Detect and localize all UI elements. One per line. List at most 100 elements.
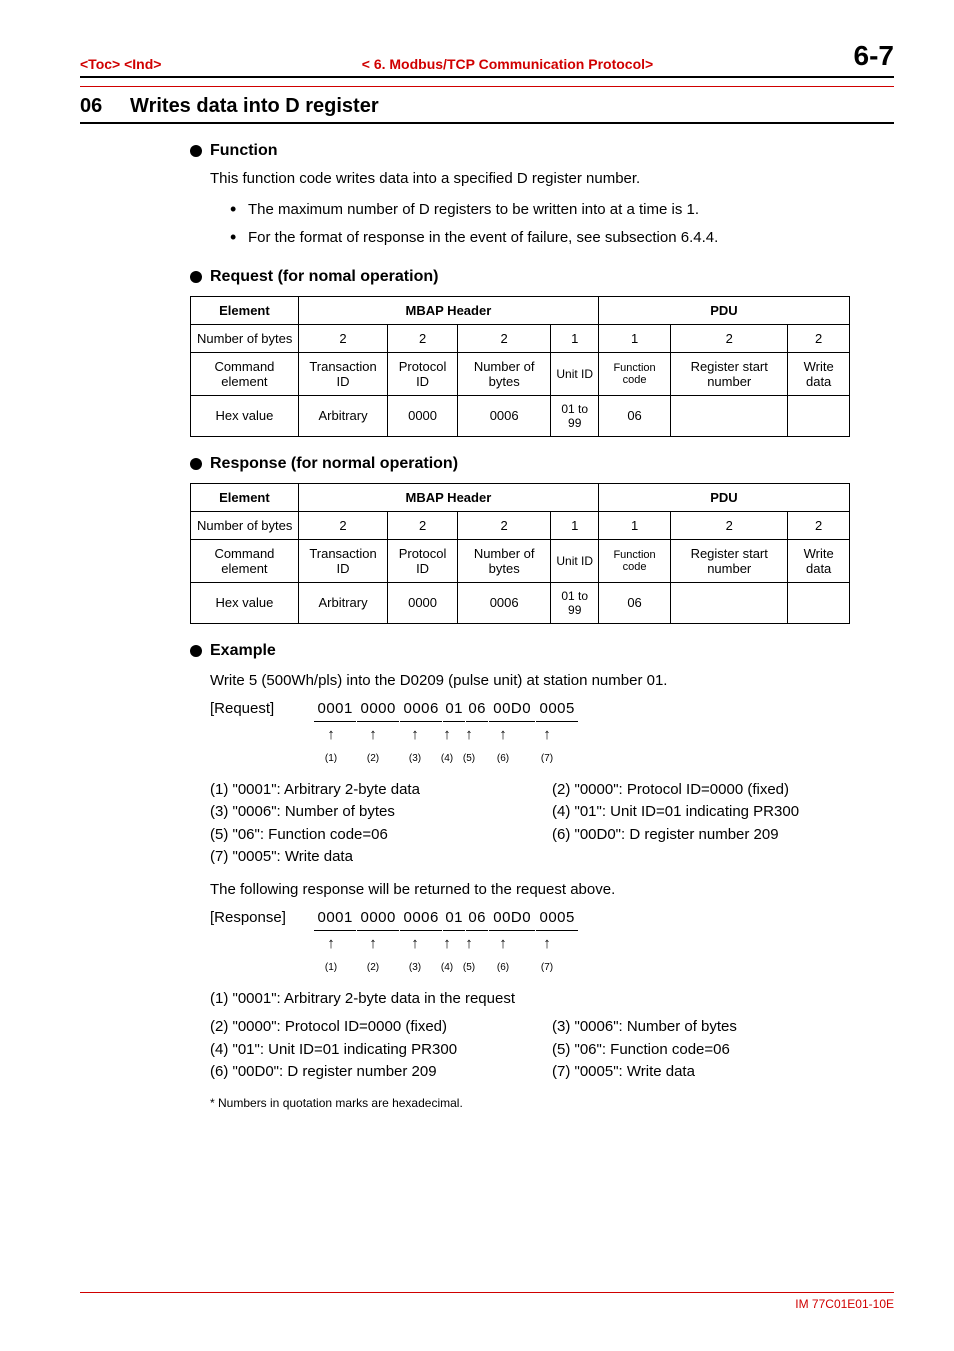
note-line: (7) "0005": Write data bbox=[552, 1061, 894, 1084]
page-header: <Toc> <Ind> < 6. Modbus/TCP Communicatio… bbox=[80, 40, 894, 78]
example-response-row: [Response] 0001 0000 0006 01 06 00D0 000… bbox=[210, 907, 894, 931]
up-arrow-icon: ↑ bbox=[458, 933, 480, 956]
up-arrow-icon: ↑ bbox=[436, 933, 458, 956]
request-table: Element MBAP Header PDU Number of bytes … bbox=[190, 296, 850, 437]
row-label: Number of bytes bbox=[191, 511, 299, 539]
hex-seg: 0000 bbox=[357, 907, 399, 931]
arrow-row: ↑ ↑ ↑ ↑ ↑ ↑ ↑ bbox=[310, 724, 568, 747]
th-mbap: MBAP Header bbox=[298, 483, 598, 511]
cell: 01 to 99 bbox=[551, 395, 599, 436]
hex-seg: 01 bbox=[443, 907, 465, 931]
example-intro: Write 5 (500Wh/pls) into the D0209 (puls… bbox=[210, 670, 894, 693]
row-label: Command element bbox=[191, 539, 299, 582]
cell: Register start number bbox=[671, 539, 788, 582]
cell: Function code bbox=[598, 352, 670, 395]
cell: 0006 bbox=[457, 582, 551, 623]
note-line: (2) "0000": Protocol ID=0000 (fixed) bbox=[210, 1016, 552, 1039]
note-line: (2) "0000": Protocol ID=0000 (fixed) bbox=[552, 779, 894, 802]
th-element: Element bbox=[191, 483, 299, 511]
up-arrow-icon: ↑ bbox=[526, 933, 568, 956]
up-arrow-icon: ↑ bbox=[526, 724, 568, 747]
function-heading-text: Function bbox=[210, 142, 278, 160]
up-arrow-icon: ↑ bbox=[458, 724, 480, 747]
cell: 06 bbox=[598, 582, 670, 623]
arrow-row: ↑ ↑ ↑ ↑ ↑ ↑ ↑ bbox=[310, 933, 568, 956]
th-pdu: PDU bbox=[598, 296, 849, 324]
request-label: [Request] bbox=[210, 698, 310, 721]
response-label: [Response] bbox=[210, 907, 310, 930]
cell bbox=[671, 582, 788, 623]
note-line: (5) "06": Function code=06 bbox=[210, 824, 552, 847]
hex-footnote: * Numbers in quotation marks are hexadec… bbox=[210, 1094, 894, 1112]
cell: 1 bbox=[551, 324, 599, 352]
page-footer: IM 77C01E01-10E bbox=[80, 1292, 894, 1311]
idx: (3) bbox=[394, 960, 436, 975]
cell: Protocol ID bbox=[388, 352, 458, 395]
cell: 2 bbox=[298, 324, 387, 352]
cell: 06 bbox=[598, 395, 670, 436]
example-request-row: [Request] 0001 0000 0006 01 06 00D0 0005 bbox=[210, 698, 894, 722]
response-notes: (2) "0000": Protocol ID=0000 (fixed) (4)… bbox=[210, 1016, 894, 1084]
cell: Register start number bbox=[671, 352, 788, 395]
hex-seg: 0006 bbox=[400, 907, 442, 931]
cell: 0006 bbox=[457, 395, 551, 436]
th-mbap: MBAP Header bbox=[298, 296, 598, 324]
idx: (6) bbox=[480, 751, 526, 766]
cell: 2 bbox=[671, 511, 788, 539]
function-bullets: The maximum number of D registers to be … bbox=[230, 199, 894, 250]
note-line: (3) "0006": Number of bytes bbox=[552, 1016, 894, 1039]
hex-seg: 06 bbox=[466, 907, 488, 931]
note-line: (3) "0006": Number of bytes bbox=[210, 801, 552, 824]
idx: (2) bbox=[352, 960, 394, 975]
idx: (4) bbox=[436, 751, 458, 766]
cell: 2 bbox=[388, 324, 458, 352]
section-title: 06 Writes data into D register bbox=[80, 87, 894, 124]
note-line: (6) "00D0": D register number 209 bbox=[552, 824, 894, 847]
function-heading: Function bbox=[190, 142, 894, 160]
cell: Unit ID bbox=[551, 539, 599, 582]
up-arrow-icon: ↑ bbox=[436, 724, 458, 747]
response-heading: Response (for normal operation) bbox=[190, 455, 894, 473]
row-label: Command element bbox=[191, 352, 299, 395]
request-notes: (1) "0001": Arbitrary 2-byte data (3) "0… bbox=[210, 779, 894, 869]
hex-seg: 0005 bbox=[536, 907, 578, 931]
idx: (1) bbox=[310, 960, 352, 975]
up-arrow-icon: ↑ bbox=[480, 933, 526, 956]
idx: (7) bbox=[526, 960, 568, 975]
index-row: (1) (2) (3) (4) (5) (6) (7) bbox=[310, 960, 568, 975]
header-left: <Toc> <Ind> bbox=[80, 56, 161, 72]
row-label: Hex value bbox=[191, 582, 299, 623]
example-heading: Example bbox=[190, 642, 894, 660]
hex-seg: 06 bbox=[466, 698, 488, 722]
cell: 2 bbox=[298, 511, 387, 539]
cell: 0000 bbox=[388, 582, 458, 623]
idx: (1) bbox=[310, 751, 352, 766]
cell: Arbitrary bbox=[298, 395, 387, 436]
cell: Protocol ID bbox=[388, 539, 458, 582]
cell: 2 bbox=[457, 511, 551, 539]
section-heading: Writes data into D register bbox=[130, 95, 379, 117]
cell: 1 bbox=[598, 511, 670, 539]
index-row: (1) (2) (3) (4) (5) (6) (7) bbox=[310, 751, 568, 766]
hex-seg: 00D0 bbox=[489, 907, 535, 931]
idx: (6) bbox=[480, 960, 526, 975]
response-table: Element MBAP Header PDU Number of bytes … bbox=[190, 483, 850, 624]
request-heading: Request (for nomal operation) bbox=[190, 268, 894, 286]
response-note-top: (1) "0001": Arbitrary 2-byte data in the… bbox=[210, 988, 894, 1011]
cell: 0000 bbox=[388, 395, 458, 436]
idx: (7) bbox=[526, 751, 568, 766]
header-center: < 6. Modbus/TCP Communication Protocol> bbox=[362, 56, 653, 72]
hex-seg: 0005 bbox=[536, 698, 578, 722]
th-element: Element bbox=[191, 296, 299, 324]
cell: Number of bytes bbox=[457, 352, 551, 395]
hex-seg: 01 bbox=[443, 698, 465, 722]
idx: (4) bbox=[436, 960, 458, 975]
cell: Unit ID bbox=[551, 352, 599, 395]
up-arrow-icon: ↑ bbox=[394, 724, 436, 747]
row-label: Hex value bbox=[191, 395, 299, 436]
cell bbox=[788, 395, 850, 436]
up-arrow-icon: ↑ bbox=[352, 933, 394, 956]
idx: (5) bbox=[458, 960, 480, 975]
idx: (2) bbox=[352, 751, 394, 766]
cell: 2 bbox=[388, 511, 458, 539]
